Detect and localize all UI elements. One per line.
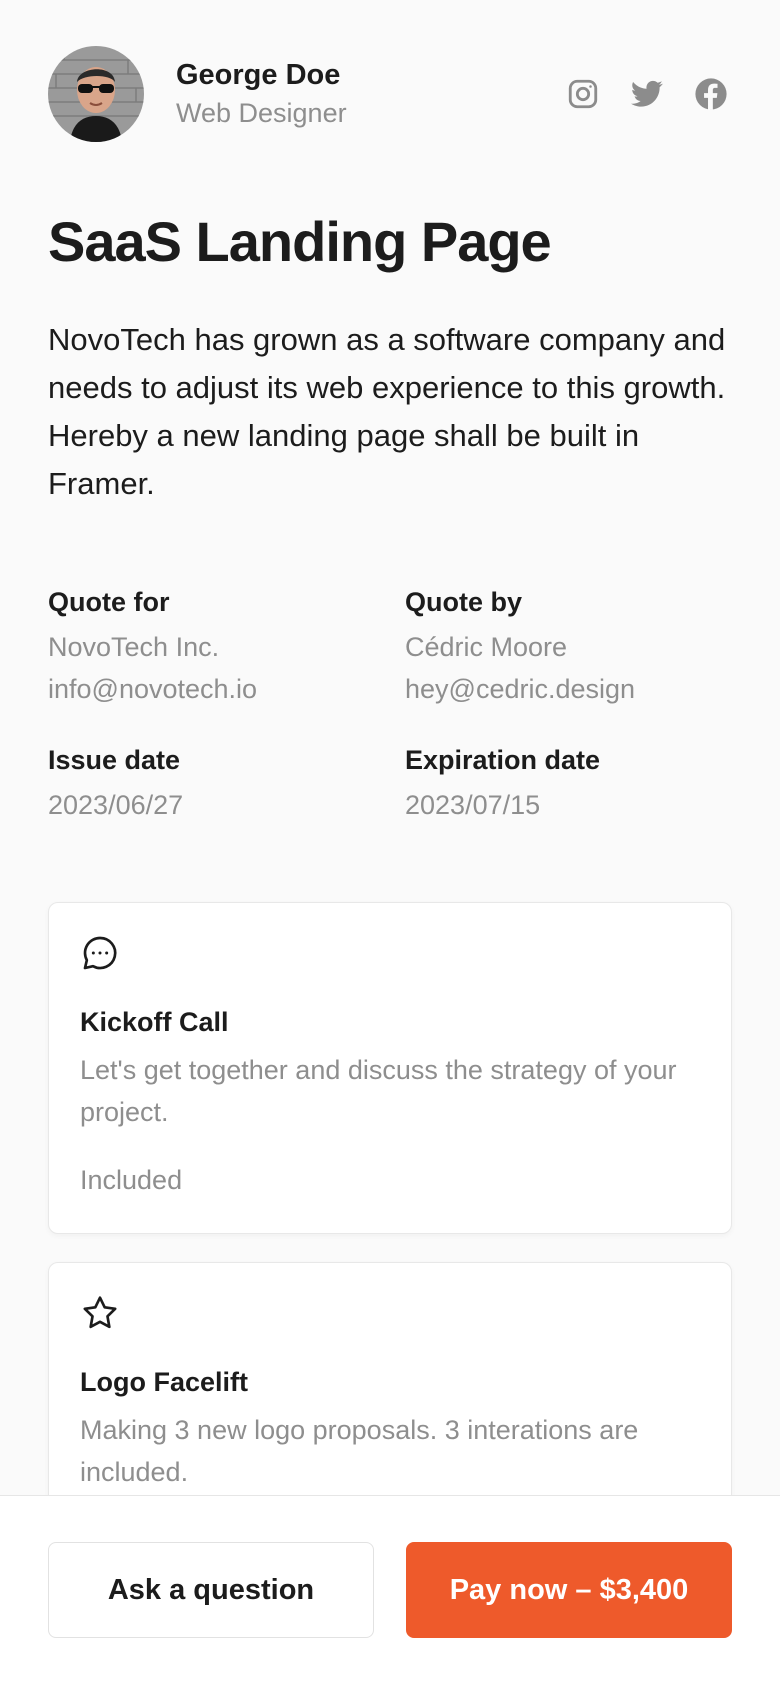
service-list: Kickoff Call Let's get together and disc… [48, 902, 732, 1495]
issue-date-block: Issue date 2023/06/27 [48, 742, 405, 826]
quote-meta: Quote for NovoTech Inc. info@novotech.io… [48, 584, 732, 826]
chat-bubble-icon [83, 936, 117, 970]
quote-title: SaaS Landing Page [48, 210, 552, 273]
social-links [566, 77, 728, 111]
action-bar: Ask a question Pay now – $3,400 [0, 1495, 780, 1684]
pay-now-button[interactable]: Pay now – $3,400 [406, 1542, 732, 1638]
ask-question-button[interactable]: Ask a question [48, 1542, 374, 1638]
profile-header: George Doe Web Designer [48, 46, 732, 142]
service-card: Logo Facelift Making 3 new logo proposal… [48, 1262, 732, 1495]
service-price: Included [80, 1165, 183, 1195]
quote-by-name: Cédric Moore [405, 632, 568, 662]
expiration-date-block: Expiration date 2023/07/15 [405, 742, 732, 826]
quote-for-block: Quote for NovoTech Inc. info@novotech.io [48, 584, 405, 710]
service-card: Kickoff Call Let's get together and disc… [48, 902, 732, 1234]
quote-by-email: hey@cedric.design [405, 674, 636, 704]
quote-content[interactable]: George Doe Web Designer SaaS Landing Pag… [0, 0, 780, 1495]
issue-date-label: Issue date [48, 745, 181, 775]
avatar [48, 46, 144, 142]
quote-for-company: NovoTech Inc. [48, 632, 220, 662]
profile-info: George Doe Web Designer [176, 56, 347, 132]
instagram-icon[interactable] [566, 77, 600, 111]
twitter-icon[interactable] [630, 77, 664, 111]
quote-by-block: Quote by Cédric Moore hey@cedric.design [405, 584, 732, 710]
quote-intro: NovoTech has grown as a software company… [48, 322, 726, 501]
expiration-date-label: Expiration date [405, 745, 601, 775]
profile-role: Web Designer [176, 98, 347, 128]
expiration-date-value: 2023/07/15 [405, 790, 541, 820]
service-title: Kickoff Call [80, 1007, 229, 1037]
service-description: Making 3 new logo proposals. 3 interatio… [80, 1415, 639, 1487]
issue-date-value: 2023/06/27 [48, 790, 184, 820]
quote-for-label: Quote for [48, 587, 170, 617]
service-description: Let's get together and discuss the strat… [80, 1055, 677, 1127]
facebook-icon[interactable] [694, 77, 728, 111]
quote-by-label: Quote by [405, 587, 523, 617]
quote-page: George Doe Web Designer SaaS Landing Pag… [0, 0, 780, 1684]
service-title: Logo Facelift [80, 1367, 248, 1397]
quote-for-email: info@novotech.io [48, 674, 258, 704]
profile-name: George Doe [176, 59, 341, 91]
star-icon [83, 1296, 117, 1329]
